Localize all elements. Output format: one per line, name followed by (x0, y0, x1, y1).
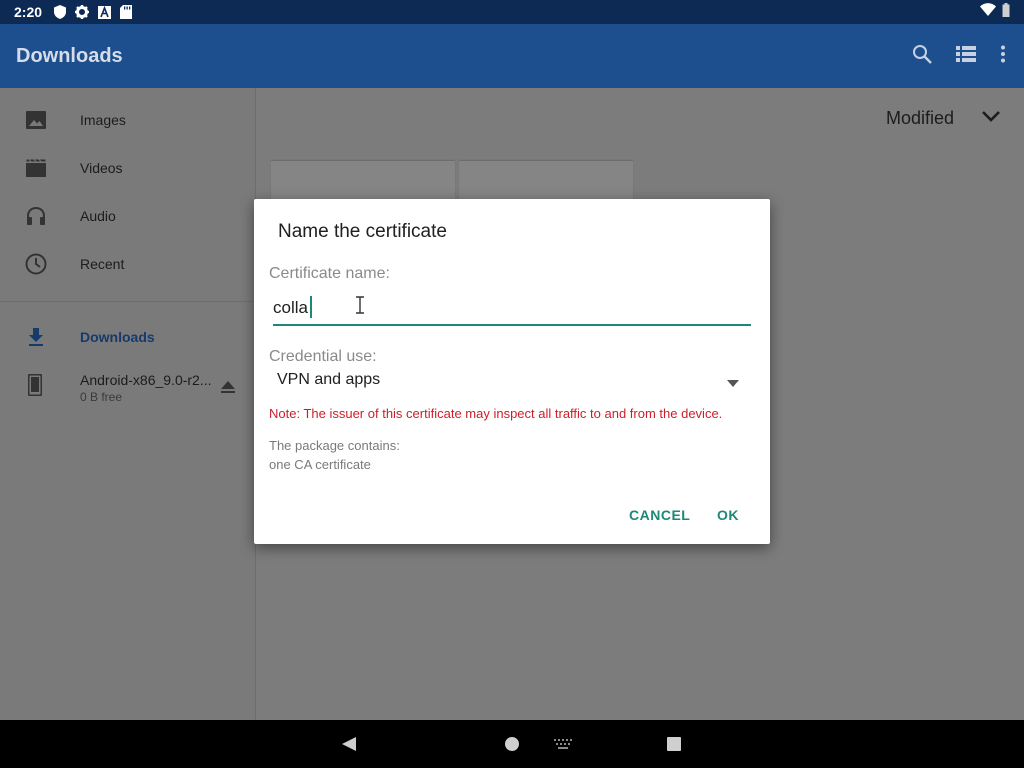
cancel-button[interactable]: CANCEL (629, 507, 690, 523)
shield-icon (54, 5, 67, 19)
drawer-item-storage-root[interactable]: Android-x86_9.0-r2... 0 B free (0, 366, 255, 406)
credential-use-select[interactable]: VPN and apps (269, 369, 759, 393)
text-cursor-icon (356, 296, 364, 319)
dialog-title: Name the certificate (278, 221, 447, 242)
drawer-item-videos[interactable]: Videos (0, 144, 255, 192)
download-icon (24, 325, 48, 349)
drawer-divider (0, 301, 255, 302)
drawer-item-downloads[interactable]: Downloads (0, 313, 255, 361)
drawer-item-label: Videos (80, 160, 123, 176)
list-view-icon[interactable] (956, 45, 976, 67)
drawer-item-label: Recent (80, 256, 125, 272)
credential-use-value: VPN and apps (277, 371, 381, 388)
file-tile[interactable] (459, 161, 633, 201)
battery-icon (1002, 2, 1010, 22)
keyboard-icon[interactable] (554, 739, 572, 749)
ok-button[interactable]: OK (717, 507, 739, 523)
storage-free-space: 0 B free (80, 390, 123, 404)
dropdown-arrow-icon (727, 374, 739, 392)
back-icon[interactable] (342, 737, 356, 751)
certificate-name-field-wrap (273, 294, 751, 326)
phone-icon (27, 373, 43, 401)
search-icon[interactable] (912, 44, 932, 69)
credential-use-label: Credential use: (269, 348, 377, 365)
drawer-item-recent[interactable]: Recent (0, 240, 255, 288)
status-time: 2:20 (14, 4, 43, 20)
status-bar: 2:20 (0, 0, 1024, 24)
app-title: Downloads (16, 44, 123, 67)
video-icon (24, 156, 48, 180)
font-icon (98, 5, 112, 19)
system-nav-bar (0, 720, 1024, 768)
drawer-item-label: Downloads (80, 329, 155, 345)
file-tile[interactable] (271, 161, 455, 201)
eject-icon[interactable] (221, 380, 235, 398)
more-vert-icon[interactable] (1000, 45, 1006, 68)
sort-label: Modified (885, 108, 954, 128)
home-icon[interactable] (505, 737, 519, 751)
certificate-name-dialog: Name the certificate Certificate name: C… (254, 199, 770, 544)
chevron-down-icon[interactable] (982, 110, 1000, 128)
text-caret (310, 296, 312, 318)
drawer-item-audio[interactable]: Audio (0, 192, 255, 240)
navigation-drawer: Images Videos Audio Recent Downloads And… (0, 88, 256, 720)
settings-icon (75, 5, 90, 19)
sd-card-icon (120, 5, 133, 19)
package-contents: one CA certificate (269, 457, 371, 472)
package-contains-label: The package contains: (269, 438, 400, 453)
clock-icon (24, 252, 48, 276)
recents-icon[interactable] (667, 737, 681, 751)
issuer-warning-note: Note: The issuer of this certificate may… (269, 406, 723, 421)
drawer-item-images[interactable]: Images (0, 96, 255, 144)
headphones-icon (24, 204, 48, 228)
drawer-item-label: Images (80, 112, 126, 128)
certificate-name-input[interactable] (273, 294, 751, 322)
wifi-icon (980, 3, 996, 21)
image-icon (24, 108, 48, 132)
certificate-name-label: Certificate name: (269, 265, 390, 282)
app-bar: Downloads (0, 24, 1024, 88)
drawer-item-label: Audio (80, 208, 116, 224)
sort-control[interactable]: Modified (886, 108, 1000, 129)
storage-root-label: Android-x86_9.0-r2... (80, 372, 212, 388)
